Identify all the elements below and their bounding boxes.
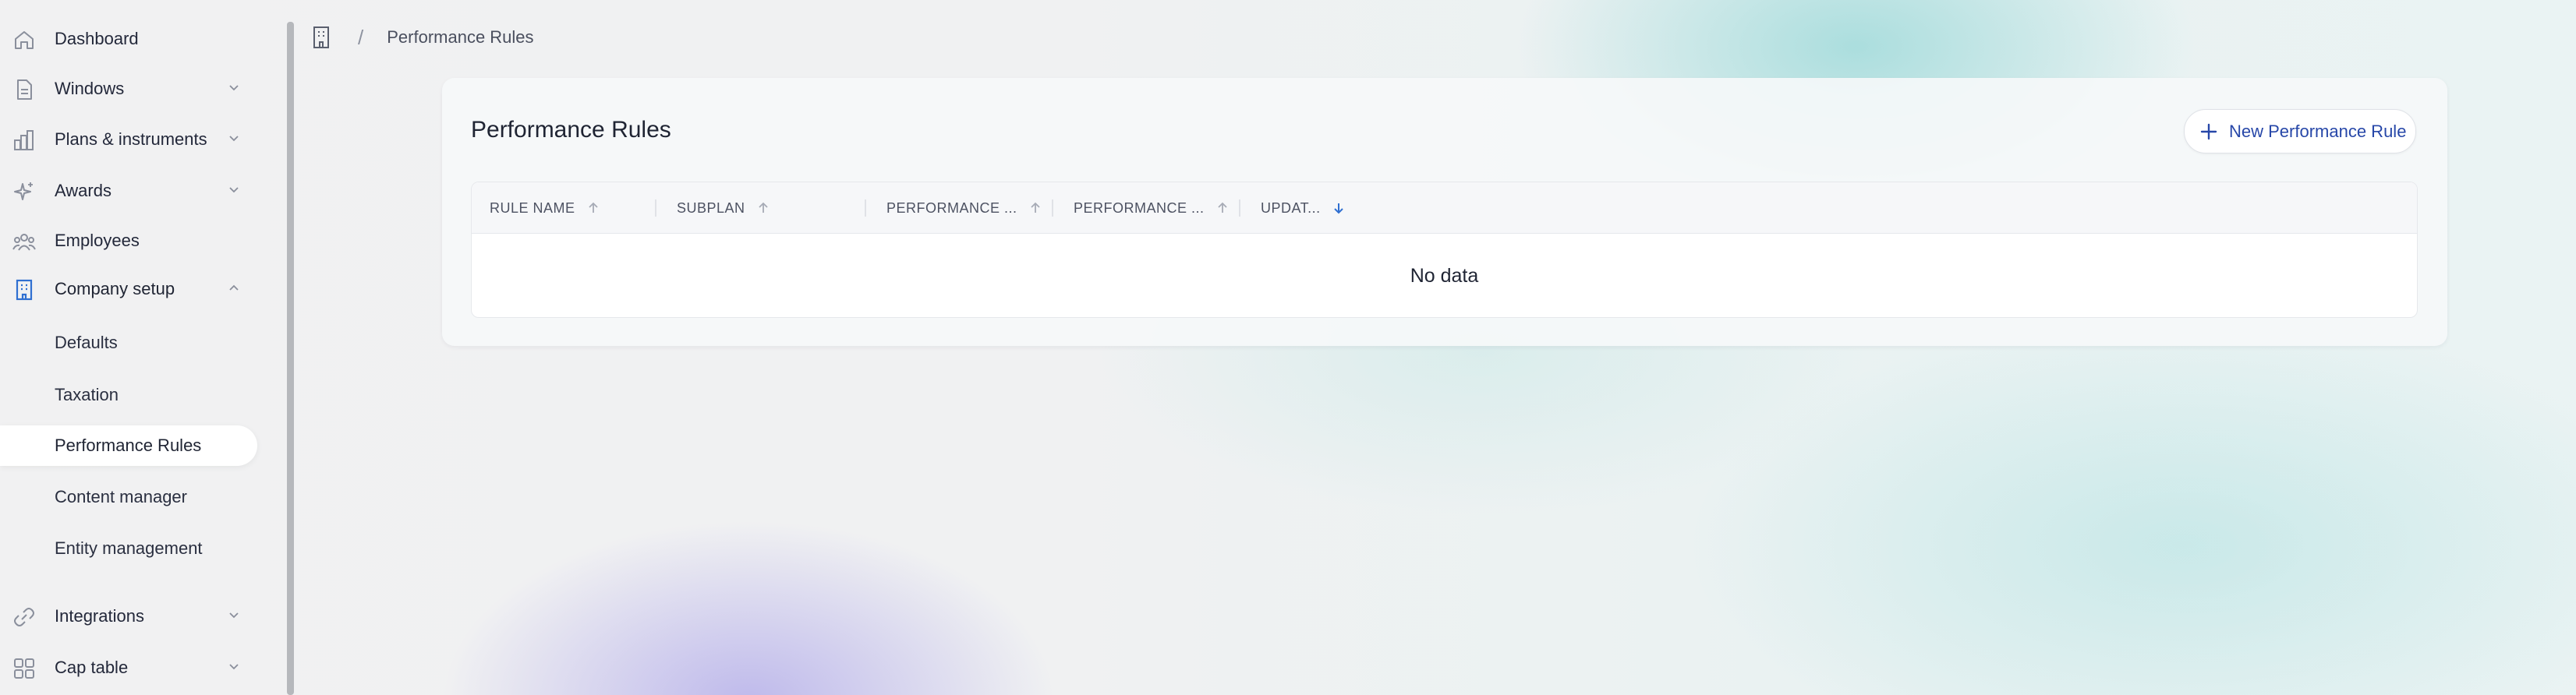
sidebar-item-integrations[interactable]: Integrations	[0, 596, 259, 637]
empty-state-text: No data	[1410, 264, 1479, 287]
new-performance-rule-button[interactable]: New Performance Rule	[2184, 109, 2416, 153]
breadcrumb-current: Performance Rules	[387, 27, 534, 47]
chevron-down-icon[interactable]	[228, 610, 240, 621]
sidebar-subitem-defaults[interactable]: Defaults	[0, 323, 257, 363]
sidebar-item-label: Windows	[55, 79, 125, 98]
sort-arrow-up-icon[interactable]	[1217, 202, 1228, 214]
chevron-down-icon[interactable]	[228, 133, 240, 144]
chevron-down-icon[interactable]	[228, 185, 240, 196]
sidebar-subitem-label: Performance Rules	[55, 436, 202, 455]
performance-rules-table: RULE NAME SUBPLAN PERFORMANCE ... PERFOR…	[471, 182, 2418, 318]
column-header-updated[interactable]: UPDAT...	[1261, 182, 1344, 234]
chevron-up-icon[interactable]	[228, 283, 240, 294]
sidebar-subitem-taxation[interactable]: Taxation	[0, 375, 257, 415]
column-header-performance-2[interactable]: PERFORMANCE ...	[1074, 182, 1228, 234]
sidebar-item-windows[interactable]: Windows	[0, 69, 259, 109]
column-header-label: PERFORMANCE ...	[886, 199, 1017, 216]
column-header-label: PERFORMANCE ...	[1074, 199, 1205, 216]
column-header-label: RULE NAME	[490, 199, 575, 216]
sidebar-subitem-label: Defaults	[55, 333, 118, 352]
building-icon[interactable]	[308, 24, 334, 51]
sidebar-item-label: Cap table	[55, 658, 129, 677]
table-header: RULE NAME SUBPLAN PERFORMANCE ... PERFOR…	[472, 182, 2417, 234]
column-header-rule-name[interactable]: RULE NAME	[490, 182, 599, 234]
people-icon	[12, 234, 36, 251]
sidebar-item-label: Dashboard	[55, 29, 139, 48]
sidebar-subitem-label: Content manager	[55, 487, 187, 506]
sidebar-item-dashboard[interactable]: Dashboard	[0, 19, 259, 59]
chevron-down-icon[interactable]	[228, 661, 240, 672]
sort-arrow-up-icon[interactable]	[588, 202, 599, 214]
sidebar-item-label: Employees	[55, 231, 140, 250]
column-separator[interactable]	[1239, 199, 1240, 217]
grid-icon	[14, 658, 34, 679]
sidebar: Dashboard Windows Plans & instruments Aw…	[0, 0, 294, 695]
sort-arrow-down-icon[interactable]	[1333, 202, 1344, 214]
sidebar-item-label: Awards	[55, 181, 111, 200]
sidebar-item-label: Integrations	[55, 606, 144, 626]
breadcrumb-separator: /	[358, 25, 364, 49]
home-icon	[15, 31, 34, 49]
column-separator[interactable]	[865, 199, 866, 217]
sparkle-icon	[14, 182, 33, 200]
column-separator[interactable]	[1052, 199, 1053, 217]
sidebar-scrollbar[interactable]	[287, 22, 294, 695]
sidebar-item-label: Company setup	[55, 279, 175, 298]
column-separator[interactable]	[655, 199, 656, 217]
sidebar-item-company-setup[interactable]: Company setup	[0, 269, 259, 309]
link-icon	[14, 608, 34, 626]
breadcrumb: / Performance Rules	[308, 20, 534, 55]
plus-icon	[2200, 123, 2217, 140]
sidebar-item-awards[interactable]: Awards	[0, 171, 259, 211]
sort-arrow-up-icon[interactable]	[758, 202, 769, 214]
chevron-down-icon[interactable]	[228, 83, 240, 93]
new-button-label: New Performance Rule	[2229, 121, 2407, 141]
column-header-performance-1[interactable]: PERFORMANCE ...	[886, 182, 1041, 234]
page-title: Performance Rules	[471, 117, 671, 143]
sort-arrow-up-icon[interactable]	[1030, 202, 1041, 214]
sidebar-subitem-label: Taxation	[55, 385, 119, 404]
sidebar-item-cap-table[interactable]: Cap table	[0, 647, 259, 688]
sidebar-subitem-content-manager[interactable]: Content manager	[0, 477, 257, 517]
bar-chart-icon	[14, 130, 34, 150]
column-header-label: UPDAT...	[1261, 199, 1321, 216]
sidebar-subitem-performance-rules[interactable]: Performance Rules	[0, 425, 257, 466]
sidebar-subitem-entity-management[interactable]: Entity management	[0, 528, 257, 569]
column-header-subplan[interactable]: SUBPLAN	[677, 182, 769, 234]
document-icon	[17, 79, 32, 100]
sidebar-item-plans-instruments[interactable]: Plans & instruments	[0, 119, 259, 160]
sidebar-item-employees[interactable]: Employees	[0, 220, 259, 261]
performance-rules-card: Performance Rules New Performance Rule R…	[442, 78, 2447, 346]
sidebar-item-label: Plans & instruments	[55, 129, 207, 149]
sidebar-subitem-label: Entity management	[55, 538, 203, 558]
building-icon	[16, 279, 33, 301]
column-header-label: SUBPLAN	[677, 199, 745, 216]
